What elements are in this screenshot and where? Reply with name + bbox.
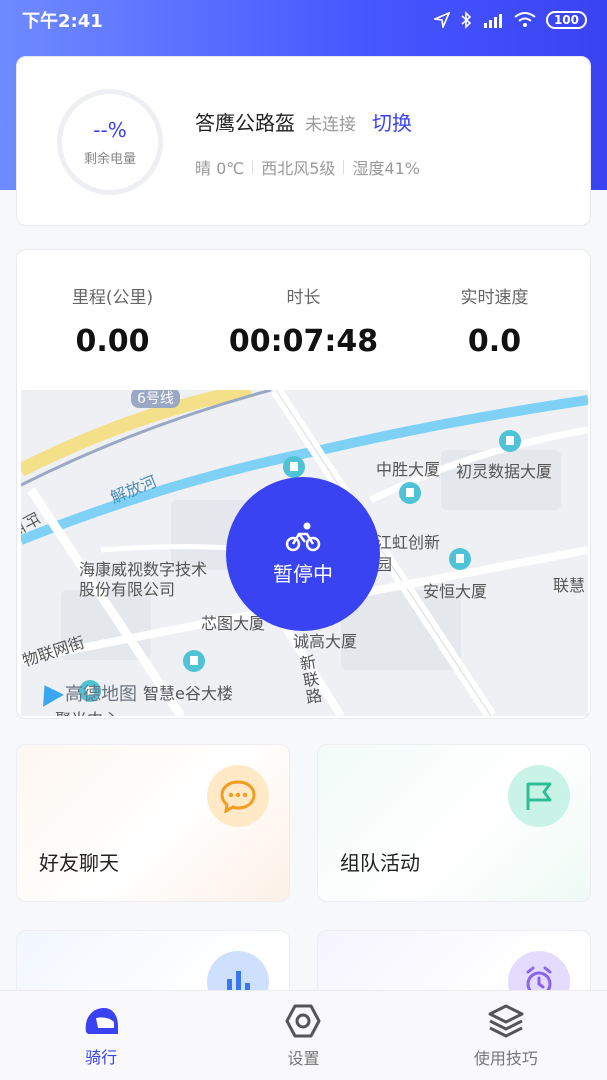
layers-icon: [488, 1004, 524, 1037]
map-label-anheng: 安恒大厦: [423, 582, 488, 601]
tab-riding[interactable]: 骑行: [0, 991, 202, 1080]
amap-logo-icon: [34, 679, 64, 707]
cycling-icon: [285, 522, 321, 551]
status-bar: 下午2:41 100: [0, 0, 607, 40]
signal-icon: [483, 14, 502, 28]
tab-label: 骑行: [85, 1047, 118, 1067]
helmet-icon: [85, 1007, 119, 1034]
battery-percent: --%: [93, 117, 127, 142]
divider: [252, 160, 254, 174]
device-name: 答鹰公路盔: [195, 111, 295, 135]
map-label-zhongsheng: 中胜大厦: [376, 460, 441, 479]
map-label-jianghong: 江虹创新园: [376, 533, 441, 574]
tile-friend-chat[interactable]: 好友聊天: [16, 744, 290, 902]
stat-value: 0.0: [467, 324, 522, 359]
map-poi-icon: [499, 430, 521, 452]
map-poi-icon: [183, 650, 205, 672]
map-label-chuling: 初灵数据大厦: [456, 462, 553, 481]
stat-label: 实时速度: [460, 288, 529, 308]
stat-value: 0.00: [75, 324, 150, 359]
tab-label: 使用技巧: [473, 1048, 538, 1068]
pause-button[interactable]: 暂停中: [226, 477, 380, 631]
tile-title: 组队活动: [340, 851, 420, 875]
stat-speed: 实时速度 0.0: [399, 250, 590, 390]
tile-team-activity[interactable]: 组队活动: [317, 744, 591, 902]
stat-distance: 里程(公里) 0.00: [17, 250, 208, 390]
wifi-icon: [514, 12, 536, 27]
divider: [343, 160, 345, 174]
stat-label: 里程(公里): [71, 288, 154, 308]
switch-device-button[interactable]: 切换: [372, 107, 412, 136]
map-label-zhihui: 智慧e谷大楼: [143, 684, 233, 703]
map-label-hikvision: 海康威视数字技术股份有限公司: [79, 560, 208, 599]
location-icon: [433, 12, 450, 28]
flag-icon: [508, 765, 570, 827]
ride-stats: 里程(公里) 0.00 时长 00:07:48 实时速度 0.0: [17, 250, 590, 390]
map-label-lianhui: 联慧: [553, 576, 586, 595]
map-poi-icon: [283, 456, 305, 478]
status-time: 下午2:41: [22, 11, 103, 32]
tab-settings[interactable]: 设置: [202, 991, 404, 1080]
battery-label: 剩余电量: [83, 151, 136, 167]
stat-duration: 时长 00:07:48: [208, 250, 399, 390]
map-logo-text: 高德地图: [65, 684, 137, 705]
tab-label: 设置: [287, 1048, 320, 1068]
bluetooth-icon: [461, 11, 472, 29]
map-poi-icon: [449, 548, 471, 570]
chat-bubble-icon: [207, 765, 269, 827]
map-label-line6: 6号线: [131, 390, 180, 408]
tile-title: 好友聊天: [39, 851, 119, 875]
map-label-chenggao: 诚高大厦: [293, 632, 358, 651]
stat-value: 00:07:48: [228, 324, 379, 359]
map-poi-icon: [399, 482, 421, 504]
map-provider-logo: 高德地图: [34, 679, 137, 707]
settings-hexagon-icon: [285, 1004, 321, 1037]
device-card: --% 剩余电量 答鹰公路盔 未连接 切换 晴 0℃ 西北风5级 湿度41%: [16, 56, 591, 226]
battery-indicator: 100: [545, 11, 587, 29]
weather-wind: 西北风5级: [261, 159, 336, 178]
weather-humidity: 湿度41%: [352, 159, 421, 178]
bottom-tab-bar: 骑行 设置 使用技巧: [0, 990, 607, 1080]
map-label-juguang: 聚光中心: [55, 706, 119, 716]
weather-info: 晴 0℃ 西北风5级 湿度41%: [195, 155, 420, 179]
stat-label: 时长: [286, 288, 321, 308]
connection-status: 未连接: [305, 115, 356, 135]
battery-ring: --% 剩余电量: [57, 89, 163, 195]
weather-temp: 晴 0℃: [195, 159, 245, 178]
tab-tips[interactable]: 使用技巧: [405, 991, 607, 1080]
device-info: 答鹰公路盔 未连接 切换: [195, 107, 412, 136]
status-icons: 100: [433, 11, 587, 29]
pause-label: 暂停中: [273, 561, 333, 586]
